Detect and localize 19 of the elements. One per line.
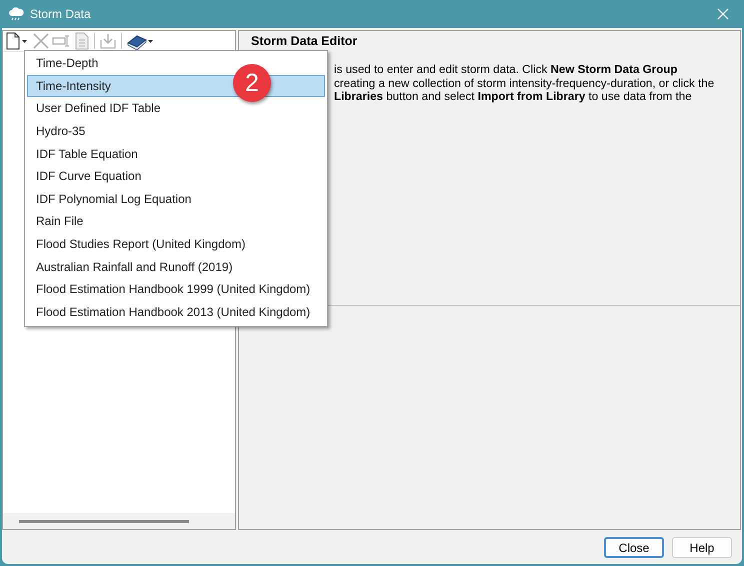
menu-item[interactable]: IDF Curve Equation xyxy=(27,164,325,188)
menu-item[interactable]: Flood Studies Report (United Kingdom) xyxy=(27,232,325,256)
menu-item[interactable]: IDF Polynomial Log Equation xyxy=(27,188,325,210)
menu-item[interactable]: Rain File xyxy=(27,210,325,233)
dialog-button[interactable]: Help xyxy=(672,537,732,558)
horizontal-scrollbar[interactable] xyxy=(3,513,235,529)
menu-item[interactable]: IDF Table Equation xyxy=(27,142,325,165)
description-text: Libraries button and select Import from Library to use data from the xyxy=(334,90,693,104)
cloud-rain-icon xyxy=(8,7,24,21)
window-title: Storm Data xyxy=(30,7,91,21)
description-text: creating a new collection of storm intensity-frequency-duration, or click the xyxy=(334,76,716,90)
new-document-icon[interactable] xyxy=(4,32,30,50)
editor-title: Storm Data Editor xyxy=(251,34,358,48)
menu-item[interactable]: Flood Estimation Handbook 1999 (United Kingdom) xyxy=(27,278,325,301)
dialog-button[interactable]: Close xyxy=(604,537,664,558)
menu-item[interactable]: Australian Rainfall and Runoff (2019) xyxy=(27,255,325,278)
description-text: is used to enter and edit storm data. Click New Storm Data Group xyxy=(334,63,678,76)
menu-item[interactable]: Hydro-35 xyxy=(27,120,325,142)
menu-item[interactable]: Flood Estimation Handbook 2013 (United Kingdom) xyxy=(27,300,325,324)
